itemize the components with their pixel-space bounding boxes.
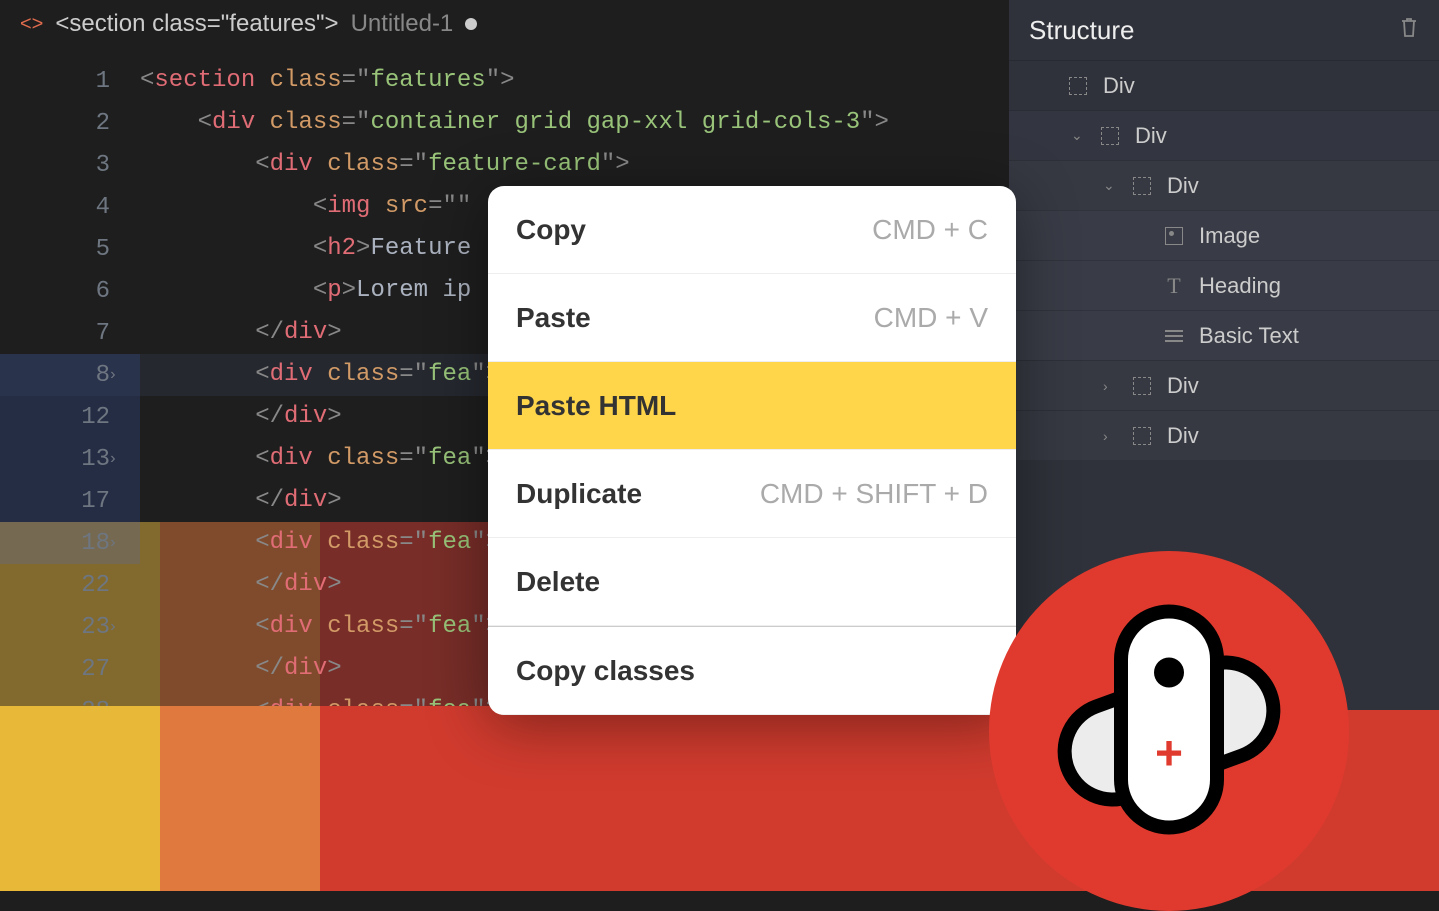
menu-item-shortcut: CMD + C	[872, 214, 988, 246]
box-icon	[1099, 125, 1121, 147]
menu-item-paste-html[interactable]: Paste HTML	[488, 362, 1016, 450]
menu-item-shortcut: CMD + SHIFT + D	[760, 478, 988, 510]
line-number: 22	[0, 564, 140, 606]
color-swatch-orange	[160, 706, 320, 891]
line-number: 27	[0, 648, 140, 690]
line-gutter: 12345678›1213›1718›2223›2728›	[0, 48, 140, 748]
line-number: 3	[0, 144, 140, 186]
color-swatch-yellow	[0, 706, 160, 891]
structure-tree: Div⌄Div⌄DivImageTHeadingBasic Text›Div›D…	[1009, 60, 1439, 460]
line-number: 13›	[0, 438, 140, 480]
chevron-icon[interactable]: ⌄	[1103, 177, 1117, 194]
trash-icon[interactable]	[1399, 16, 1419, 44]
filename[interactable]: Untitled-1	[351, 10, 454, 38]
box-icon	[1131, 375, 1153, 397]
tree-item-label: Div	[1135, 123, 1167, 149]
fold-chevron-icon[interactable]: ›	[108, 534, 118, 552]
chevron-icon[interactable]: ›	[1103, 378, 1117, 394]
tree-item-label: Heading	[1199, 273, 1281, 299]
menu-item-label: Copy	[516, 214, 586, 246]
line-number: 6	[0, 270, 140, 312]
line-number: 4	[0, 186, 140, 228]
tree-item-label: Div	[1167, 173, 1199, 199]
line-number: 7	[0, 312, 140, 354]
box-icon	[1131, 175, 1153, 197]
tree-item-image[interactable]: Image	[1009, 210, 1439, 260]
line-number: 5	[0, 228, 140, 270]
app-logo: +	[989, 551, 1349, 911]
chevron-icon[interactable]: ⌄	[1071, 127, 1085, 144]
line-number: 18›	[0, 522, 140, 564]
breadcrumb[interactable]: <section class="features">	[55, 10, 338, 38]
fold-chevron-icon[interactable]: ›	[108, 618, 118, 636]
tree-item-label: Basic Text	[1199, 323, 1299, 349]
menu-item-label: Copy classes	[516, 655, 695, 687]
text-icon	[1163, 325, 1185, 347]
fold-chevron-icon[interactable]: ›	[108, 366, 118, 384]
fold-chevron-icon[interactable]: ›	[108, 450, 118, 468]
heading-icon: T	[1163, 275, 1185, 297]
line-number: 1	[0, 60, 140, 102]
box-icon	[1131, 425, 1153, 447]
tree-item-label: Image	[1199, 223, 1260, 249]
box-icon	[1067, 75, 1089, 97]
line-number: 2	[0, 102, 140, 144]
menu-item-delete[interactable]: Delete	[488, 538, 1016, 626]
menu-item-copy[interactable]: Copy CMD + C	[488, 186, 1016, 274]
tree-item-basic-text[interactable]: Basic Text	[1009, 310, 1439, 360]
tree-item-label: Div	[1167, 373, 1199, 399]
line-number: 8›	[0, 354, 140, 396]
structure-header: Structure	[1009, 0, 1439, 60]
menu-item-label: Duplicate	[516, 478, 642, 510]
img-icon	[1163, 225, 1185, 247]
line-number: 12	[0, 396, 140, 438]
tree-item-heading[interactable]: T Heading	[1009, 260, 1439, 310]
tree-item-div[interactable]: ⌄ Div	[1009, 160, 1439, 210]
tree-item-div[interactable]: ⌄ Div	[1009, 110, 1439, 160]
line-number: 17	[0, 480, 140, 522]
menu-item-paste[interactable]: Paste CMD + V	[488, 274, 1016, 362]
tree-item-label: Div	[1167, 423, 1199, 449]
line-number: 23›	[0, 606, 140, 648]
menu-item-label: Paste HTML	[516, 390, 676, 422]
tree-item-label: Div	[1103, 73, 1135, 99]
chevron-icon[interactable]: ›	[1103, 428, 1117, 444]
tree-item-div[interactable]: › Div	[1009, 410, 1439, 460]
tree-item-div[interactable]: › Div	[1009, 360, 1439, 410]
menu-item-label: Paste	[516, 302, 591, 334]
context-menu: Copy CMD + C Paste CMD + V Paste HTML Duplica…	[488, 186, 1016, 715]
menu-item-shortcut: CMD + V	[874, 302, 988, 334]
menu-item-duplicate[interactable]: Duplicate CMD + SHIFT + D	[488, 450, 1016, 538]
menu-item-label: Delete	[516, 566, 600, 598]
dirty-dot-icon	[465, 18, 477, 30]
structure-title: Structure	[1029, 15, 1135, 46]
tree-item-div[interactable]: Div	[1009, 60, 1439, 110]
code-icon: <>	[20, 13, 43, 36]
menu-item-copy-classes[interactable]: Copy classes	[488, 627, 1016, 715]
